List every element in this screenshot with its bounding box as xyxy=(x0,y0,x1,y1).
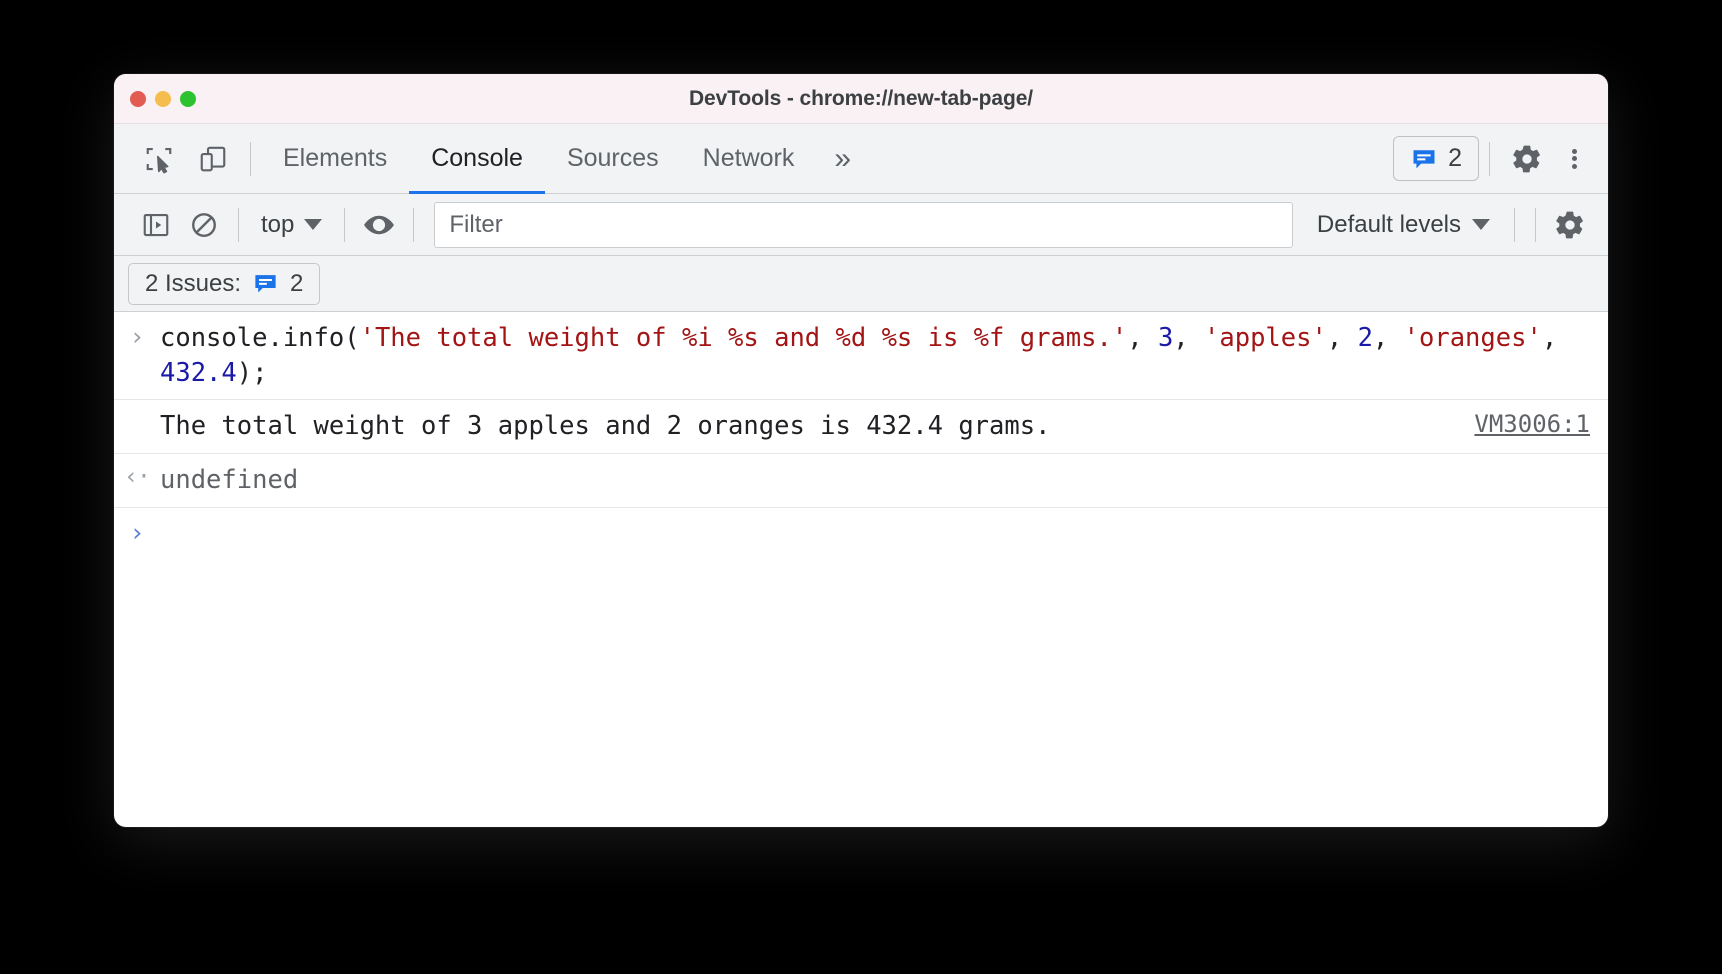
input-prompt-gutter: › xyxy=(114,321,160,349)
chevron-down-icon xyxy=(1472,219,1490,230)
tabbar-divider xyxy=(250,141,251,176)
tab-sources-label: Sources xyxy=(566,144,659,172)
devtools-tabbar: Elements Console Sources Network » 2 xyxy=(114,124,1608,194)
kebab-dot xyxy=(1571,156,1577,161)
console-output-text: The total weight of 3 apples and 2 orang… xyxy=(160,411,1051,442)
issues-bar: 2 Issues: 2 xyxy=(114,256,1608,312)
gear-icon[interactable] xyxy=(1500,132,1554,186)
device-toolbar-icon[interactable] xyxy=(186,132,240,186)
issues-bar-count: 2 xyxy=(290,269,304,297)
console-result-value: undefined xyxy=(160,465,299,496)
toolbar-divider-2 xyxy=(344,207,346,242)
code-token-plain: , xyxy=(1326,323,1358,353)
code-token-num: 432.4 xyxy=(160,357,237,388)
issues-bar-button[interactable]: 2 Issues: 2 xyxy=(128,262,321,305)
inspect-element-icon[interactable] xyxy=(132,132,186,186)
new-prompt-gutter: › xyxy=(114,517,160,545)
filter-placeholder: Filter xyxy=(449,210,503,238)
console-sidebar-icon[interactable] xyxy=(132,201,180,249)
toolbar-divider-4 xyxy=(1514,207,1515,242)
prompt-caret-icon: › xyxy=(129,517,145,547)
code-token-plain: console.info( xyxy=(160,323,360,353)
live-expression-icon[interactable] xyxy=(355,201,403,249)
console-log: › console.info('The total weight of %i %… xyxy=(114,312,1608,564)
window-controls xyxy=(130,90,196,107)
tab-console[interactable]: Console xyxy=(409,124,545,194)
console-input-code: console.info('The total weight of %i %s … xyxy=(160,321,1608,390)
console-input-row[interactable]: › console.info('The total weight of %i %… xyxy=(114,312,1608,401)
code-token-plain: , xyxy=(1541,323,1573,353)
devtools-window: DevTools - chrome://new-tab-page/ Elemen… xyxy=(114,74,1608,827)
screenshot-root: DevTools - chrome://new-tab-page/ Elemen… xyxy=(0,0,1722,974)
tab-network[interactable]: Network xyxy=(681,124,817,193)
code-token-plain: , xyxy=(1173,323,1205,353)
code-token-plain: , xyxy=(1127,323,1158,353)
tab-elements[interactable]: Elements xyxy=(261,124,409,193)
console-output-row: The total weight of 3 apples and 2 orang… xyxy=(114,400,1608,455)
console-settings-gear-icon[interactable] xyxy=(1546,201,1594,249)
issues-message-icon xyxy=(255,275,276,293)
log-levels-label: Default levels xyxy=(1316,210,1461,238)
log-levels-selector[interactable]: Default levels xyxy=(1303,211,1504,239)
issues-message-icon xyxy=(1413,149,1435,168)
window-titlebar: DevTools - chrome://new-tab-page/ xyxy=(114,74,1608,124)
panel-tabs: Elements Console Sources Network xyxy=(261,124,817,194)
tab-sources[interactable]: Sources xyxy=(545,124,681,193)
console-new-prompt-row[interactable]: › xyxy=(114,508,1608,564)
window-title: DevTools - chrome://new-tab-page/ xyxy=(688,86,1034,110)
code-token-str: 'The total weight of %i %s and %d %s is … xyxy=(359,323,1128,353)
output-gutter xyxy=(114,409,160,412)
console-toolbar: top Filter Default levels xyxy=(114,194,1608,256)
tab-console-label: Console xyxy=(431,144,523,172)
kebab-dot xyxy=(1571,163,1577,169)
result-gutter: ‹· xyxy=(114,463,160,489)
code-token-num: 2 xyxy=(1357,323,1373,353)
console-source-link[interactable]: VM3006:1 xyxy=(1474,409,1608,438)
filter-input[interactable]: Filter xyxy=(434,201,1293,248)
minimize-window-button[interactable] xyxy=(155,90,171,107)
issues-count: 2 xyxy=(1448,144,1462,172)
maximize-window-button[interactable] xyxy=(180,90,196,107)
code-token-num: 3 xyxy=(1157,323,1174,353)
chevron-down-icon xyxy=(304,219,323,230)
code-token-plain: , xyxy=(1372,323,1404,353)
console-result-row: ‹· undefined xyxy=(114,454,1608,508)
code-token-plain: ); xyxy=(236,357,268,388)
result-arrow-icon: ‹· xyxy=(124,464,151,491)
tabbar-divider-right xyxy=(1489,141,1490,176)
toolbar-divider-1 xyxy=(238,207,239,242)
issues-counter-button[interactable]: 2 xyxy=(1393,136,1479,181)
kebab-dot xyxy=(1571,148,1577,154)
issues-bar-label: 2 Issues: xyxy=(145,269,242,297)
code-token-str: 'apples' xyxy=(1204,323,1327,353)
close-window-button[interactable] xyxy=(130,90,146,107)
execution-context-label: top xyxy=(261,210,295,238)
tab-elements-label: Elements xyxy=(283,144,388,172)
execution-context-selector[interactable]: top xyxy=(249,211,334,239)
toolbar-divider-5 xyxy=(1535,207,1536,242)
prompt-caret-icon: › xyxy=(129,322,145,351)
clear-console-icon[interactable] xyxy=(180,201,228,249)
code-token-str: 'oranges' xyxy=(1403,323,1542,353)
kebab-menu-icon[interactable] xyxy=(1554,132,1594,186)
toolbar-divider-3 xyxy=(413,207,415,242)
tab-network-label: Network xyxy=(702,144,795,172)
more-tabs-icon[interactable]: » xyxy=(816,143,869,174)
